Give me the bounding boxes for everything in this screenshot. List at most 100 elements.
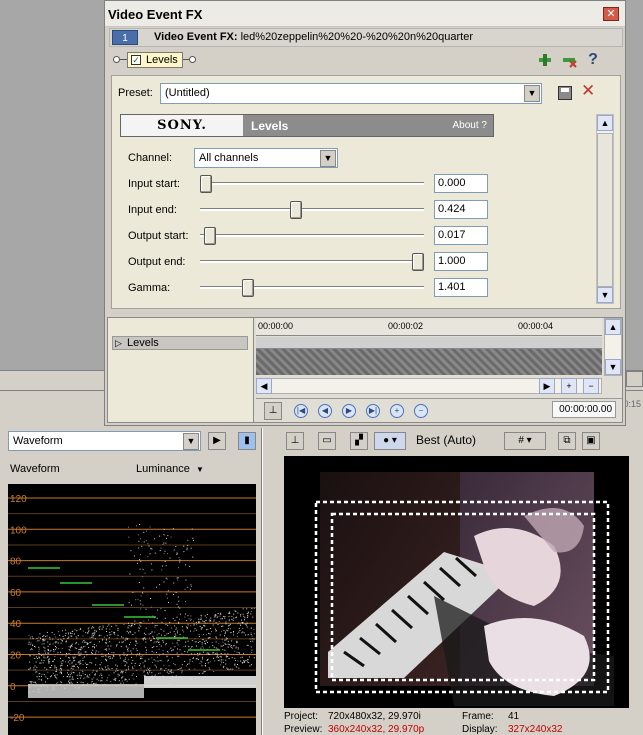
channel-dropdown[interactable]: All channels ▼ <box>194 148 338 168</box>
last-keyframe-icon[interactable]: ▶| <box>366 404 380 418</box>
keyframe-track-area[interactable] <box>256 337 602 375</box>
frame-value: 41 <box>508 711 520 722</box>
input-start-slider[interactable] <box>200 175 424 193</box>
preset-value: (Untitled) <box>165 87 210 99</box>
gamma-field[interactable]: 1.401 <box>434 278 488 297</box>
output-start-slider[interactable] <box>200 227 424 245</box>
input-end-field[interactable]: 0.424 <box>434 200 488 219</box>
sync-cursor-icon[interactable]: ⊥ <box>264 402 282 420</box>
project-value: 720x480x32, 29.970i <box>328 711 421 722</box>
add-keyframe-icon[interactable]: + <box>390 404 404 418</box>
timeline-scroll-button[interactable] <box>626 371 643 387</box>
scroll-right-icon[interactable]: ▶ <box>539 378 555 394</box>
waveform-graph: 120 100 80 60 40 20 0 -20 <box>8 494 256 724</box>
chain-end-node <box>189 56 196 63</box>
insert-plugin-icon[interactable] <box>537 52 553 68</box>
waveform-trace <box>28 524 255 694</box>
dialog-title: Video Event FX <box>108 7 203 22</box>
keyframe-track-list: Levels <box>108 318 254 422</box>
timeline-background-right <box>626 0 643 370</box>
chain-label: Video Event FX: led%20zeppelin%20%20-%20… <box>154 31 473 43</box>
channel-label: Channel: <box>128 152 173 164</box>
keyframe-timeline: Levels 00:00:00 00:00:02 00:00:04 ▲ ▼ ◀ … <box>107 317 623 423</box>
input-start-slider-thumb[interactable] <box>200 175 212 193</box>
chain-prefix: Video Event FX: <box>154 31 238 43</box>
settings-scrollbar[interactable]: ▲ ▼ <box>596 114 614 304</box>
keyframe-vertical-scrollbar[interactable]: ▲ ▼ <box>604 318 622 376</box>
scope-settings-icon[interactable]: ▮ <box>238 432 256 450</box>
about-link[interactable]: About ? <box>453 120 487 131</box>
scroll-up-icon[interactable]: ▲ <box>605 319 621 335</box>
ruler-label: 00:00:00 <box>258 321 294 331</box>
input-end-slider[interactable] <box>200 201 424 219</box>
preview-quality[interactable]: Best (Auto) <box>416 433 476 447</box>
keyframe-horizontal-scrollbar[interactable]: ◀ ▶ + − <box>256 378 602 394</box>
zoom-in-button[interactable]: + <box>561 378 577 394</box>
plugin-levels-button[interactable]: ✓ Levels <box>127 52 183 68</box>
save-preset-icon[interactable] <box>558 86 572 100</box>
ruler-label: 00:00:04 <box>518 321 554 331</box>
chevron-down-icon[interactable]: ▼ <box>320 150 336 167</box>
output-end-field[interactable]: 1.000 <box>434 252 488 271</box>
copy-snapshot-icon[interactable]: ⧉ <box>558 432 576 450</box>
chain-index-badge[interactable]: 1 <box>112 30 138 45</box>
panel-splitter[interactable] <box>262 428 272 735</box>
project-label: Project: <box>284 711 318 722</box>
output-start-label: Output start: <box>128 230 189 242</box>
close-button[interactable]: ✕ <box>603 7 619 21</box>
output-start-field[interactable]: 0.017 <box>434 226 488 245</box>
plugin-enable-checkbox[interactable]: ✓ <box>131 55 141 65</box>
scope-scale-label: 80 <box>10 557 22 568</box>
chevron-down-icon[interactable]: ▼ <box>196 465 204 474</box>
fx-chain-bar: 1 Video Event FX: led%20zeppelin%20%20-%… <box>109 28 623 47</box>
output-end-slider-thumb[interactable] <box>412 253 424 271</box>
first-keyframe-icon[interactable]: |◀ <box>294 404 308 418</box>
waveform-base-band <box>144 676 256 688</box>
zoom-out-button[interactable]: − <box>583 378 599 394</box>
chevron-down-icon[interactable]: ▼ <box>524 85 540 102</box>
current-time-field[interactable]: 00:00:00.00 <box>552 401 616 418</box>
scope-scale-label: -20 <box>10 713 25 724</box>
gamma-slider-thumb[interactable] <box>242 279 255 297</box>
split-screen-icon[interactable]: ▞ <box>350 432 368 450</box>
scope-update-icon[interactable]: ▶ <box>208 432 226 450</box>
output-end-slider[interactable] <box>200 253 424 271</box>
scroll-down-icon[interactable]: ▼ <box>597 287 613 303</box>
plugin-header-title: Levels <box>251 119 289 133</box>
overlays-icon[interactable]: # ▾ <box>504 432 546 450</box>
waveform-base-band <box>28 684 144 698</box>
preset-dropdown[interactable]: (Untitled) ▼ <box>160 83 542 104</box>
external-monitor-icon[interactable]: ▭ <box>318 432 336 450</box>
next-keyframe-icon[interactable]: ▶ <box>342 404 356 418</box>
scope-type-dropdown[interactable]: Waveform ▼ <box>8 431 201 451</box>
save-snapshot-icon[interactable]: ▣ <box>582 432 600 450</box>
scrollbar-thumb[interactable] <box>597 133 613 287</box>
video-scopes-panel: Waveform ▼ ▶ ▮ Waveform Luminance ▼ 120 1… <box>0 428 262 735</box>
video-preview-panel: ⊥ ▭ ▞ ● ▾ Best (Auto) # ▾ ⧉ ▣ Project: 7… <box>272 428 643 735</box>
keyframe-track-levels[interactable]: Levels <box>112 336 248 350</box>
scroll-up-icon[interactable]: ▲ <box>597 115 613 131</box>
remove-plugin-icon[interactable] <box>561 52 577 68</box>
delete-keyframe-icon[interactable]: − <box>414 404 428 418</box>
scope-scale-label: 120 <box>10 494 27 505</box>
scope-mode[interactable]: Luminance <box>136 463 190 475</box>
gamma-slider[interactable] <box>200 279 424 297</box>
input-start-field[interactable]: 0.000 <box>434 174 488 193</box>
scope-scale-label: 20 <box>10 651 22 662</box>
scope-scale-label: 40 <box>10 619 22 630</box>
scroll-down-icon[interactable]: ▼ <box>605 359 621 375</box>
keyframe-nav-bar: ⊥ |◀ ◀ ▶ ▶| + − 00:00:00.00 <box>256 398 622 422</box>
prev-keyframe-icon[interactable]: ◀ <box>318 404 332 418</box>
input-end-slider-thumb[interactable] <box>289 201 302 219</box>
output-start-slider-thumb[interactable] <box>203 227 216 245</box>
preview-cursor-icon[interactable]: ⊥ <box>286 432 304 450</box>
preview-mode-button[interactable]: ● ▾ <box>374 432 406 450</box>
chevron-down-icon[interactable]: ▼ <box>183 433 199 450</box>
dialog-title-bar: Video Event FX ✕ <box>105 1 625 27</box>
plugin-header-bar: SONY. Levels About ? <box>120 114 494 137</box>
keyframe-lane[interactable] <box>256 337 602 349</box>
scroll-left-icon[interactable]: ◀ <box>256 378 272 394</box>
help-icon[interactable]: ? <box>585 52 601 68</box>
keyframe-ruler[interactable]: 00:00:00 00:00:02 00:00:04 <box>256 318 602 336</box>
delete-preset-icon[interactable]: ✕ <box>581 81 595 101</box>
